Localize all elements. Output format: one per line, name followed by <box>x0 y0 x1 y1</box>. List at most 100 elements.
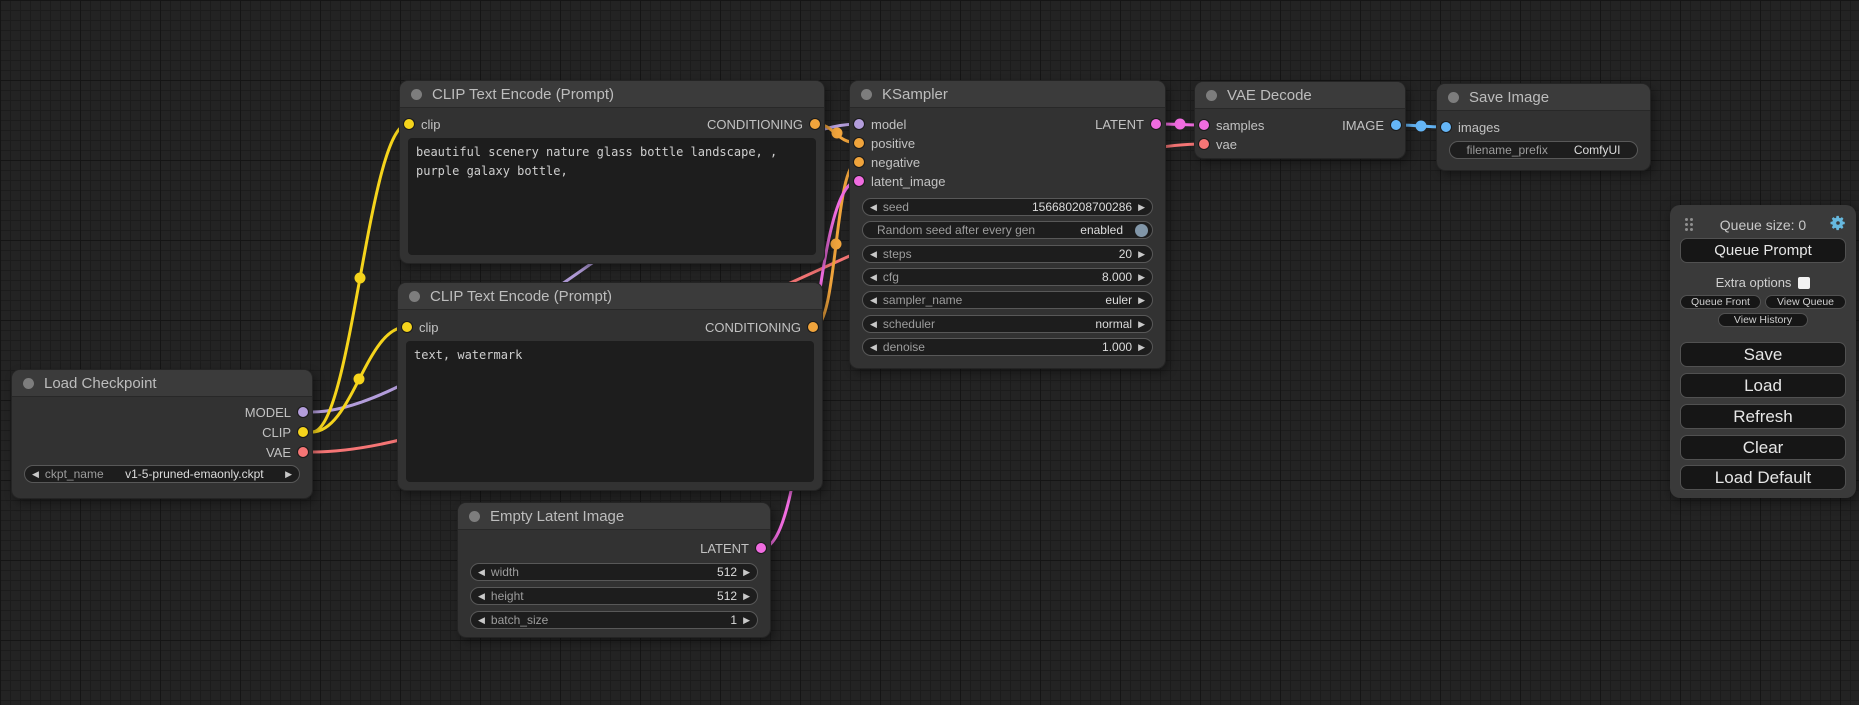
increment-arrow-icon[interactable] <box>743 568 750 577</box>
vae-port-dot[interactable] <box>298 447 308 457</box>
sampler-name-widget[interactable]: sampler_name euler <box>862 291 1153 309</box>
seed-widget[interactable]: seed 156680208700286 <box>862 198 1153 216</box>
extra-options-checkbox[interactable] <box>1798 277 1810 289</box>
conditioning-port-dot[interactable] <box>808 322 818 332</box>
collapse-dot-icon[interactable] <box>469 511 480 522</box>
decrement-arrow-icon[interactable] <box>478 616 485 625</box>
latent-port-dot[interactable] <box>1199 120 1209 130</box>
output-port-model[interactable]: MODEL <box>245 405 308 419</box>
save-button[interactable]: Save <box>1680 342 1846 367</box>
decrement-arrow-icon[interactable] <box>32 470 39 479</box>
conditioning-port-dot[interactable] <box>854 138 864 148</box>
increment-arrow-icon[interactable] <box>743 616 750 625</box>
node-ksampler[interactable]: KSampler model positive negative latent_… <box>850 81 1165 368</box>
output-port-vae[interactable]: VAE <box>266 445 308 459</box>
latent-port-dot[interactable] <box>854 176 864 186</box>
collapse-dot-icon[interactable] <box>861 89 872 100</box>
decrement-arrow-icon[interactable] <box>870 203 877 212</box>
increment-arrow-icon[interactable] <box>743 592 750 601</box>
node-titlebar[interactable]: Save Image <box>1437 84 1650 111</box>
latent-port-dot[interactable] <box>1151 119 1161 129</box>
output-port-image[interactable]: IMAGE <box>1342 118 1401 132</box>
clear-button[interactable]: Clear <box>1680 435 1846 460</box>
height-widget[interactable]: height 512 <box>470 587 758 605</box>
model-port-dot[interactable] <box>298 407 308 417</box>
collapse-dot-icon[interactable] <box>23 378 34 389</box>
denoise-widget[interactable]: denoise 1.000 <box>862 338 1153 356</box>
output-port-latent[interactable]: LATENT <box>1095 117 1161 131</box>
input-port-latent-image[interactable]: latent_image <box>854 174 945 188</box>
steps-widget[interactable]: steps 20 <box>862 245 1153 263</box>
node-titlebar[interactable]: KSampler <box>850 81 1165 108</box>
width-widget[interactable]: width 512 <box>470 563 758 581</box>
input-port-negative[interactable]: negative <box>854 155 920 169</box>
graph-canvas[interactable]: Load Checkpoint MODEL CLIP VAE ckpt_name… <box>0 0 1859 705</box>
increment-arrow-icon[interactable] <box>1138 203 1145 212</box>
vae-port-dot[interactable] <box>1199 139 1209 149</box>
load-button[interactable]: Load <box>1680 373 1846 398</box>
output-port-clip[interactable]: CLIP <box>262 425 308 439</box>
positive-prompt-textarea[interactable]: beautiful scenery nature glass bottle la… <box>408 138 816 255</box>
decrement-arrow-icon[interactable] <box>870 296 877 305</box>
increment-arrow-icon[interactable] <box>285 470 292 479</box>
node-titlebar[interactable]: VAE Decode <box>1195 82 1405 109</box>
latent-port-dot[interactable] <box>756 543 766 553</box>
random-seed-widget[interactable]: Random seed after every gen enabled <box>862 221 1153 239</box>
collapse-dot-icon[interactable] <box>1448 92 1459 103</box>
clip-port-dot[interactable] <box>402 322 412 332</box>
clip-port-dot[interactable] <box>298 427 308 437</box>
increment-arrow-icon[interactable] <box>1138 296 1145 305</box>
queue-front-button[interactable]: Queue Front <box>1680 295 1761 309</box>
view-queue-button[interactable]: View Queue <box>1765 295 1846 309</box>
input-port-vae[interactable]: vae <box>1199 137 1237 151</box>
refresh-button[interactable]: Refresh <box>1680 404 1846 429</box>
node-clip-text-encode-negative[interactable]: CLIP Text Encode (Prompt) clip CONDITION… <box>398 283 822 490</box>
random-seed-toggle-icon[interactable] <box>1135 224 1148 237</box>
input-port-model[interactable]: model <box>854 117 906 131</box>
collapse-dot-icon[interactable] <box>411 89 422 100</box>
node-save-image[interactable]: Save Image images filename_prefix ComfyU… <box>1437 84 1650 170</box>
node-vae-decode[interactable]: VAE Decode samples vae IMAGE <box>1195 82 1405 158</box>
negative-prompt-textarea[interactable]: text, watermark <box>406 341 814 482</box>
image-port-dot[interactable] <box>1441 122 1451 132</box>
batch-size-widget[interactable]: batch_size 1 <box>470 611 758 629</box>
node-clip-text-encode-positive[interactable]: CLIP Text Encode (Prompt) clip CONDITION… <box>400 81 824 263</box>
increment-arrow-icon[interactable] <box>1138 320 1145 329</box>
input-port-images[interactable]: images <box>1441 120 1500 134</box>
conditioning-port-dot[interactable] <box>854 157 864 167</box>
load-default-button[interactable]: Load Default <box>1680 465 1846 490</box>
image-port-dot[interactable] <box>1391 120 1401 130</box>
input-port-clip[interactable]: clip <box>402 320 439 334</box>
scheduler-widget[interactable]: scheduler normal <box>862 315 1153 333</box>
output-port-latent[interactable]: LATENT <box>700 541 766 555</box>
node-empty-latent-image[interactable]: Empty Latent Image LATENT width 512 heig… <box>458 503 770 637</box>
node-load-checkpoint[interactable]: Load Checkpoint MODEL CLIP VAE ckpt_name… <box>12 370 312 498</box>
decrement-arrow-icon[interactable] <box>478 568 485 577</box>
settings-gear-icon[interactable] <box>1829 214 1847 232</box>
collapse-dot-icon[interactable] <box>409 291 420 302</box>
decrement-arrow-icon[interactable] <box>870 343 877 352</box>
ckpt-name-widget[interactable]: ckpt_name v1-5-pruned-emaonly.ckpt <box>24 465 300 483</box>
decrement-arrow-icon[interactable] <box>870 250 877 259</box>
queue-panel[interactable]: Queue size: 0 Queue Prompt Extra options… <box>1670 205 1856 498</box>
decrement-arrow-icon[interactable] <box>870 273 877 282</box>
decrement-arrow-icon[interactable] <box>870 320 877 329</box>
increment-arrow-icon[interactable] <box>1138 250 1145 259</box>
increment-arrow-icon[interactable] <box>1138 343 1145 352</box>
queue-prompt-button[interactable]: Queue Prompt <box>1680 238 1846 263</box>
model-port-dot[interactable] <box>854 119 864 129</box>
cfg-widget[interactable]: cfg 8.000 <box>862 268 1153 286</box>
node-titlebar[interactable]: CLIP Text Encode (Prompt) <box>400 81 824 108</box>
decrement-arrow-icon[interactable] <box>478 592 485 601</box>
node-titlebar[interactable]: CLIP Text Encode (Prompt) <box>398 283 822 310</box>
filename-prefix-widget[interactable]: filename_prefix ComfyUI <box>1449 141 1638 159</box>
increment-arrow-icon[interactable] <box>1138 273 1145 282</box>
output-port-conditioning[interactable]: CONDITIONING <box>705 320 818 334</box>
input-port-clip[interactable]: clip <box>404 117 441 131</box>
clip-port-dot[interactable] <box>404 119 414 129</box>
node-titlebar[interactable]: Empty Latent Image <box>458 503 770 530</box>
input-port-samples[interactable]: samples <box>1199 118 1264 132</box>
conditioning-port-dot[interactable] <box>810 119 820 129</box>
collapse-dot-icon[interactable] <box>1206 90 1217 101</box>
view-history-button[interactable]: View History <box>1718 313 1808 327</box>
